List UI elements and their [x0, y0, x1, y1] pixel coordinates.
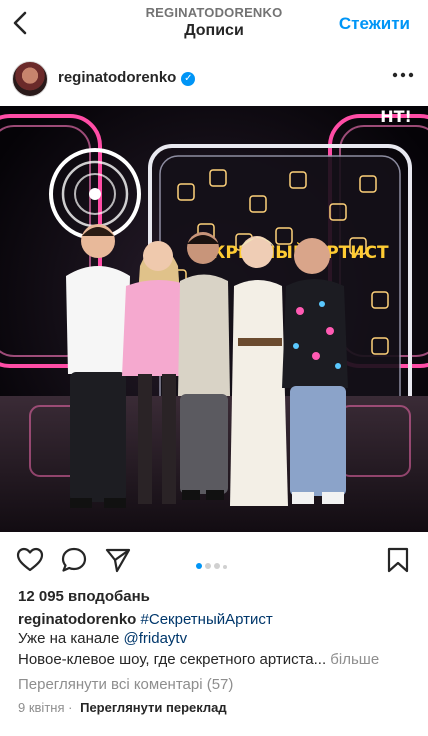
- carousel-dot: [214, 563, 220, 569]
- caption-text: Новое-клевое шоу, где секретного артиста…: [18, 651, 327, 668]
- caption-text: Уже на канале: [18, 630, 124, 647]
- carousel-indicator: [196, 556, 230, 574]
- top-bar: REGINATODORENKO Дописи Стежити: [0, 0, 428, 46]
- post-date: 9 квітня: [18, 700, 65, 715]
- mention-link[interactable]: @fridaytv: [124, 630, 188, 647]
- caption-line-1: reginatodorenko #СекретныйАртист: [18, 611, 273, 628]
- post-header: reginatodorenko ✓: [0, 52, 428, 102]
- carousel-dot: [205, 563, 211, 569]
- follow-button[interactable]: Стежити: [339, 14, 410, 34]
- carousel-dot: [223, 565, 227, 569]
- more-link[interactable]: більше: [326, 651, 379, 668]
- likes-count[interactable]: 12 095 вподобань: [18, 588, 150, 605]
- channel-logo: НТ!: [380, 107, 412, 126]
- post-photo-illustration: СЕКРЕТНЫЙ АРТИСТ НТ!: [0, 106, 428, 532]
- username[interactable]: reginatodorenko: [58, 69, 176, 86]
- comment-icon[interactable]: [60, 546, 88, 574]
- meta-separator: ·: [68, 700, 73, 715]
- post-author[interactable]: reginatodorenko ✓: [58, 69, 196, 86]
- caption-line-2: Уже на канале @fridaytv: [18, 630, 187, 647]
- heart-icon[interactable]: [16, 546, 44, 574]
- send-icon[interactable]: [104, 546, 132, 574]
- more-horizontal-icon[interactable]: [392, 70, 414, 80]
- view-comments-link[interactable]: Переглянути всі коментарі (57): [18, 676, 233, 693]
- carousel-dot: [196, 563, 202, 569]
- caption-username[interactable]: reginatodorenko: [18, 611, 136, 628]
- caption-line-3: Новое-клевое шоу, где секретного артиста…: [18, 651, 379, 668]
- post-image[interactable]: СЕКРЕТНЫЙ АРТИСТ НТ!: [0, 106, 428, 532]
- post-meta: 9 квітня · Переглянути переклад: [18, 700, 227, 715]
- verified-badge-icon: ✓: [181, 72, 196, 86]
- action-bar: [0, 532, 428, 588]
- avatar[interactable]: [12, 61, 48, 97]
- bookmark-icon[interactable]: [384, 546, 412, 574]
- translate-link[interactable]: Переглянути переклад: [80, 700, 227, 715]
- hashtag-link[interactable]: #СекретныйАртист: [141, 611, 273, 628]
